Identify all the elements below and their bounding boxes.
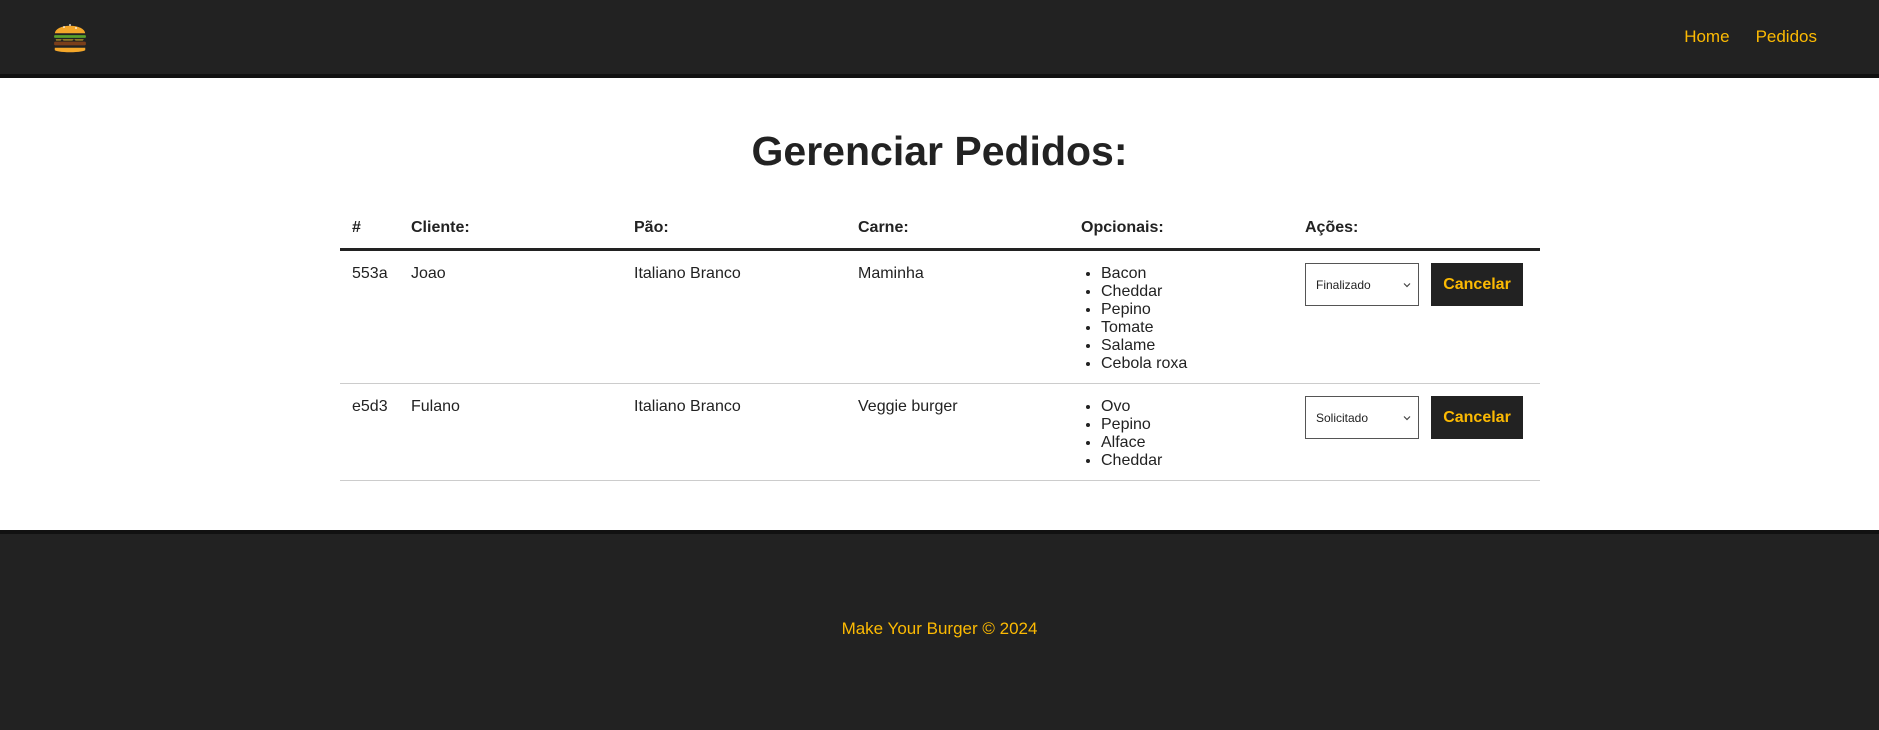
header-acoes: Ações: — [1305, 219, 1359, 236]
status-value: Finalizado — [1316, 277, 1371, 292]
orders-table: # Cliente: Pão: Carne: Opcionais: Ações:… — [340, 208, 1540, 481]
table-row: e5d3 Fulano Italiano Branco Veggie burge… — [340, 384, 1540, 481]
cancel-button[interactable]: Cancelar — [1431, 396, 1523, 439]
footer-text: Make Your Burger © 2024 — [841, 619, 1038, 638]
order-carne: Veggie burger — [858, 398, 958, 415]
order-cliente: Fulano — [411, 398, 460, 415]
opcional-item: Cheddar — [1101, 452, 1293, 470]
order-id: e5d3 — [352, 398, 388, 415]
order-pao: Italiano Branco — [634, 265, 741, 282]
opcional-item: Cheddar — [1101, 283, 1293, 301]
order-opcionais: Bacon Cheddar Pepino Tomate Salame Cebol… — [1069, 265, 1293, 383]
header-opcionais: Opcionais: — [1081, 219, 1164, 236]
table-row: 553a Joao Italiano Branco Maminha Bacon … — [340, 251, 1540, 384]
opcional-item: Pepino — [1101, 416, 1293, 434]
page-title: Gerenciar Pedidos: — [751, 128, 1128, 174]
order-acoes: Solicitado Cancelar — [1293, 396, 1540, 480]
header-pao: Pão: — [634, 219, 669, 236]
opcionais-list: Bacon Cheddar Pepino Tomate Salame Cebol… — [1081, 265, 1293, 373]
header-id: # — [352, 219, 361, 236]
order-pao: Italiano Branco — [634, 398, 741, 415]
opcional-item: Bacon — [1101, 265, 1293, 283]
header-carne: Carne: — [858, 219, 909, 236]
actions: Solicitado Cancelar — [1305, 396, 1540, 439]
cancel-button[interactable]: Cancelar — [1431, 263, 1523, 306]
actions: Finalizado Cancelar — [1305, 263, 1540, 306]
order-cliente: Joao — [411, 265, 446, 282]
header-cliente: Cliente: — [411, 219, 470, 236]
status-select[interactable]: Solicitado — [1305, 396, 1419, 439]
table-header: # Cliente: Pão: Carne: Opcionais: Ações: — [340, 208, 1540, 251]
opcional-item: Salame — [1101, 337, 1293, 355]
nav-link-pedidos[interactable]: Pedidos — [1756, 27, 1817, 47]
main-content: Gerenciar Pedidos: # Cliente: Pão: Carne… — [0, 78, 1879, 530]
order-acoes: Finalizado Cancelar — [1293, 263, 1540, 383]
order-id: 553a — [352, 265, 388, 282]
nav-links: Home Pedidos — [1684, 27, 1817, 47]
opcional-item: Cebola roxa — [1101, 355, 1293, 373]
status-select[interactable]: Finalizado — [1305, 263, 1419, 306]
chevron-down-icon — [1403, 282, 1411, 287]
burger-icon[interactable] — [52, 17, 88, 57]
opcional-item: Alface — [1101, 434, 1293, 452]
navbar: Home Pedidos — [0, 0, 1879, 78]
chevron-down-icon — [1403, 415, 1411, 420]
footer: Make Your Burger © 2024 — [0, 530, 1879, 730]
opcionais-list: Ovo Pepino Alface Cheddar — [1081, 398, 1293, 470]
order-carne: Maminha — [858, 265, 924, 282]
nav-link-home[interactable]: Home — [1684, 27, 1729, 47]
opcional-item: Ovo — [1101, 398, 1293, 416]
opcional-item: Tomate — [1101, 319, 1293, 337]
status-value: Solicitado — [1316, 410, 1369, 425]
opcional-item: Pepino — [1101, 301, 1293, 319]
order-opcionais: Ovo Pepino Alface Cheddar — [1069, 398, 1293, 480]
